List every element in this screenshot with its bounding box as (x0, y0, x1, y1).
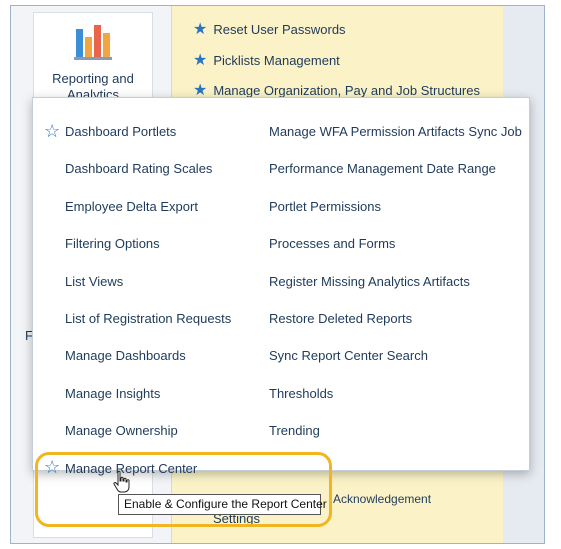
menu-item-filtering-options[interactable]: Filtering Options (65, 236, 231, 273)
menu-item-processes-forms[interactable]: Processes and Forms (269, 236, 522, 273)
favorite-link-manage-org[interactable]: ★ Manage Organization, Pay and Job Struc… (193, 84, 480, 97)
menu-column-right: Manage WFA Permission Artifacts Sync Job… (269, 124, 522, 461)
favorite-link-reset-passwords[interactable]: ★ Reset User Passwords (193, 20, 346, 38)
menu-item-restore-deleted-reports[interactable]: Restore Deleted Reports (269, 311, 522, 348)
background-text-acknowledgement: Acknowledgement (333, 492, 432, 506)
menu-item-list-views[interactable]: List Views (65, 274, 231, 311)
tooltip: Enable & Configure the Report Center (118, 494, 327, 515)
menu-item-thresholds[interactable]: Thresholds (269, 386, 522, 423)
menu-item-registration-requests[interactable]: List of Registration Requests (65, 311, 231, 348)
star-icon: ★ (193, 20, 208, 38)
bar-chart-icon (74, 25, 112, 60)
star-icon: ★ (193, 51, 208, 69)
callout-highlight (35, 452, 332, 527)
menu-item-register-missing-artifacts[interactable]: Register Missing Analytics Artifacts (269, 274, 522, 311)
star-outline-icon[interactable]: ☆ (44, 122, 60, 140)
menu-item-dashboard-portlets[interactable]: Dashboard Portlets (65, 124, 231, 161)
menu-item-wfa-permission-sync[interactable]: Manage WFA Permission Artifacts Sync Job (269, 124, 522, 161)
menu-item-sync-report-center-search[interactable]: Sync Report Center Search (269, 348, 522, 385)
reporting-dropdown-menu: ☆ ☆ Dashboard Portlets Dashboard Rating … (32, 97, 530, 476)
menu-column-left: Dashboard Portlets Dashboard Rating Scal… (65, 124, 231, 498)
star-icon: ★ (193, 84, 208, 97)
hand-cursor-icon (113, 470, 130, 493)
menu-item-dashboard-rating-scales[interactable]: Dashboard Rating Scales (65, 161, 231, 198)
menu-item-employee-delta-export[interactable]: Employee Delta Export (65, 199, 231, 236)
menu-item-portlet-permissions[interactable]: Portlet Permissions (269, 199, 522, 236)
menu-item-manage-insights[interactable]: Manage Insights (65, 386, 231, 423)
favorite-link-picklists[interactable]: ★ Picklists Management (193, 51, 340, 69)
menu-item-pm-date-range[interactable]: Performance Management Date Range (269, 161, 522, 198)
reporting-analytics-tile[interactable]: Reporting and Analytics (33, 12, 153, 104)
menu-item-manage-dashboards[interactable]: Manage Dashboards (65, 348, 231, 385)
